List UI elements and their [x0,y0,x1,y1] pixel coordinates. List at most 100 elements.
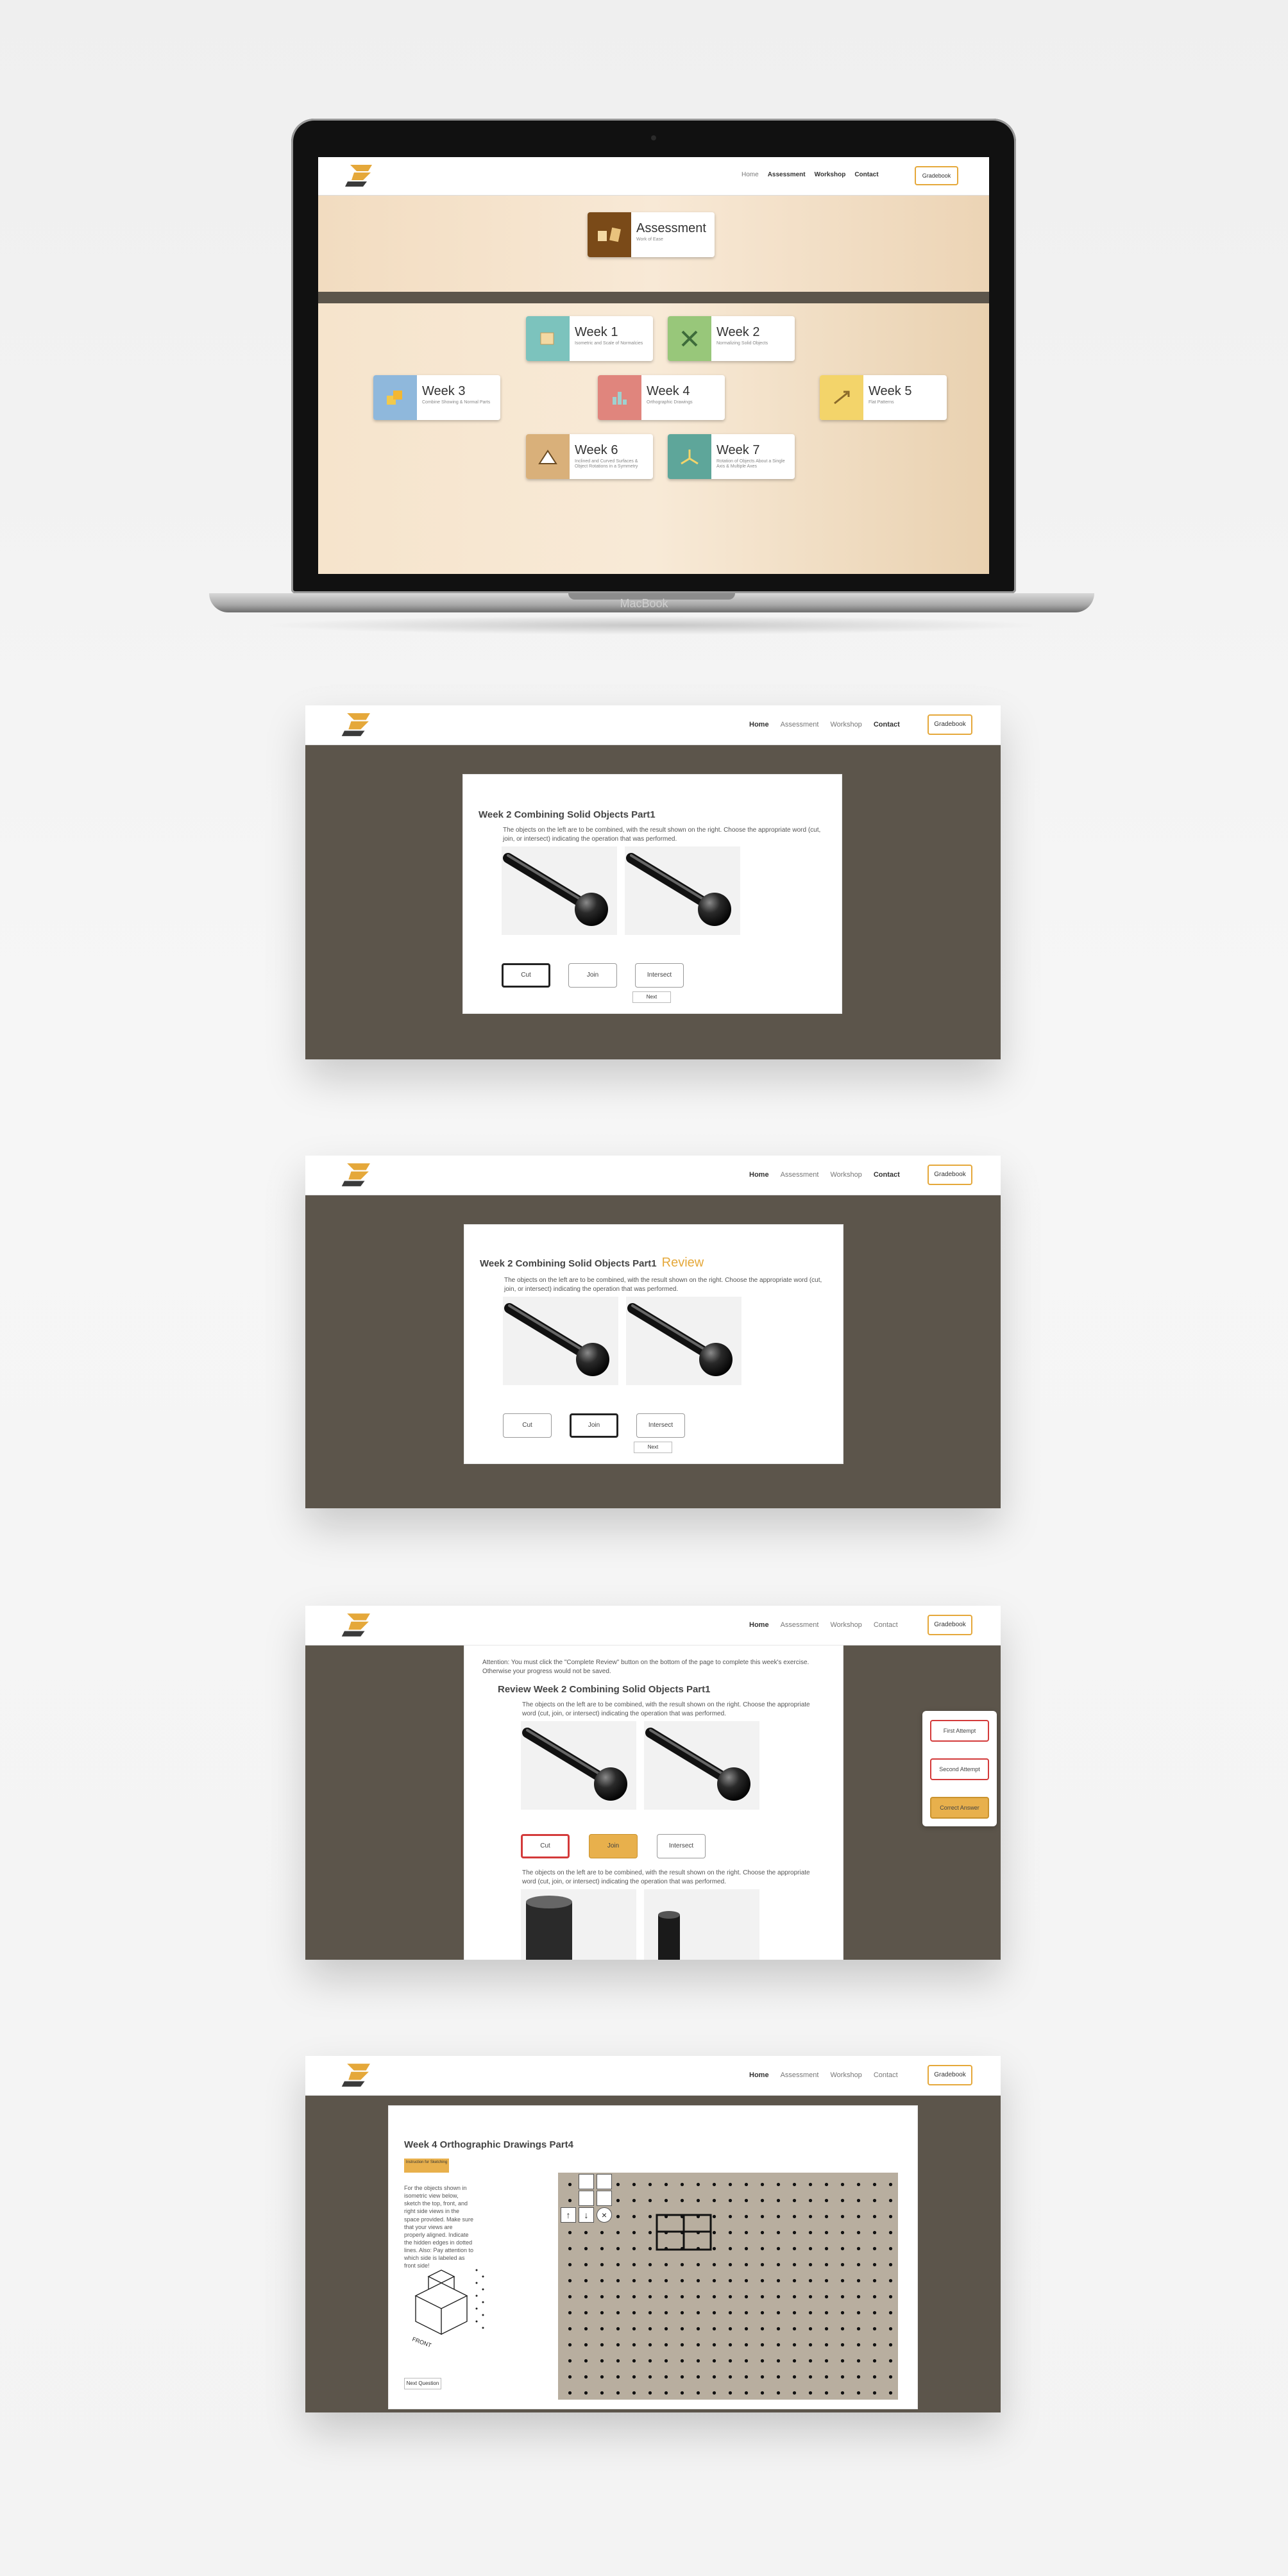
front-label: FRONT [411,2336,432,2347]
nav-contact[interactable]: Contact [874,1171,900,1179]
week-tile-6[interactable]: Week 6 Inclined and Curved Surfaces & Obj… [526,434,653,479]
logo[interactable] [341,712,375,737]
sketch-grid[interactable]: ↑ ↓ × [558,2173,898,2400]
drawing-toolbar: ↑ ↓ × [561,2174,612,2235]
nav-contact[interactable]: Contact [874,721,900,728]
gradebook-button[interactable]: Gradebook [928,714,972,735]
arrow-down-icon[interactable]: ↓ [579,2207,594,2223]
assessment-tile[interactable]: Assessment Work of Ease [588,212,715,257]
logo[interactable] [341,1612,375,1638]
nav-contact[interactable]: Contact [874,1621,898,1629]
question-title: Week 2 Combining Solid Objects Part1 [479,809,656,820]
week-tile-4[interactable]: Week 4 Orthographic Drawings [598,375,725,420]
question-title-text: Week 2 Combining Solid Objects Part1 [480,1258,657,1269]
week-subtitle: Flat Patterns [869,400,894,405]
intersect-button[interactable]: Intersect [635,963,684,988]
join-button[interactable]: Join [589,1834,638,1858]
second-attempt-button[interactable]: Second Attempt [930,1758,989,1780]
site-header: Home Assessment Workshop Contact Gradebo… [305,1606,1001,1646]
week-tile-2[interactable]: Week 2 Normalizing Solid Objects [668,316,795,361]
left-objects-image [502,846,617,935]
grid-tool-cell[interactable] [579,2191,594,2206]
arrow-up-icon[interactable]: ↑ [561,2207,576,2223]
logo[interactable] [341,2062,375,2088]
next-button[interactable]: Next [632,991,671,1003]
intersect-button[interactable]: Intersect [657,1834,706,1858]
grid-tool-cell[interactable] [579,2174,594,2189]
nav-workshop[interactable]: Workshop [830,2071,861,2079]
question-text: The objects on the left are to be combin… [522,1701,810,1717]
week-title: Week 4 [647,384,690,398]
nav-contact[interactable]: Contact [854,171,878,178]
gradebook-button[interactable]: Gradebook [928,1615,972,1635]
nav-assessment[interactable]: Assessment [781,1171,819,1179]
cut-button[interactable]: Cut [521,1834,570,1858]
week-tile-3[interactable]: Week 3 Combine Showing & Normal Parts [373,375,500,420]
next-button[interactable]: Next [634,1442,672,1453]
nav-workshop[interactable]: Workshop [830,1621,861,1629]
question-text: The objects on the left are to be combin… [503,827,821,843]
nav-home[interactable]: Home [741,171,759,178]
correct-answer-button[interactable]: Correct Answer [930,1797,989,1819]
grid-tool-cell[interactable] [597,2174,612,2189]
camera [651,135,656,140]
gradebook-button[interactable]: Gradebook [928,1165,972,1185]
nav-home[interactable]: Home [749,1171,769,1179]
blocks-icon [373,375,417,420]
nav-contact[interactable]: Contact [874,2071,898,2079]
sketch-instructions-button[interactable]: Instruction for Sketching [404,2159,449,2173]
exercise-panel-cut: Home Assessment Workshop Contact Gradebo… [305,705,1001,1059]
review-title: Review Week 2 Combining Solid Objects Pa… [498,1684,711,1695]
nav-assessment[interactable]: Assessment [781,721,819,728]
nav-workshop[interactable]: Workshop [830,1171,861,1179]
ortho-panel: Home Assessment Workshop Contact Gradebo… [305,2056,1001,2412]
result-object-image [626,1297,741,1385]
section-divider [318,292,989,303]
week-title: Week 7 [716,443,760,457]
cut-button[interactable]: Cut [502,963,550,988]
site-header: Home Assessment Workshop Contact Gradebo… [305,1156,1001,1195]
laptop-lid: Home Assessment Workshop Contact Gradebo… [291,119,1016,593]
assessment-title: Assessment [636,221,706,235]
logo[interactable] [345,164,376,188]
gradebook-button[interactable]: Gradebook [928,2065,972,2085]
assessment-band: Assessment Work of Ease [318,196,989,292]
week-title: Week 1 [575,325,618,339]
week-subtitle: Normalizing Solid Objects [716,341,768,346]
grid-tool-cell[interactable] [597,2191,612,2206]
attention-notice: Attention: You must click the "Complete … [482,1659,809,1675]
main-nav: Home Assessment Workshop Contact [749,1621,898,1629]
nav-workshop[interactable]: Workshop [830,721,861,728]
first-attempt-button[interactable]: First Attempt [930,1720,989,1742]
gradebook-button[interactable]: Gradebook [915,166,958,185]
join-button[interactable]: Join [568,963,617,988]
nav-home[interactable]: Home [749,721,769,728]
week-tile-1[interactable]: Week 1 Isometric and Scale of Normalcies [526,316,653,361]
nav-assessment[interactable]: Assessment [768,171,806,178]
ortho-card: Week 4 Orthographic Drawings Part4 Instr… [389,2106,917,2409]
left-objects-image [521,1721,636,1810]
arrow-icon [820,375,863,420]
nav-home[interactable]: Home [749,1621,769,1629]
laptop-shadow [260,616,1043,635]
join-button[interactable]: Join [570,1413,618,1438]
week-tile-5[interactable]: Week 5 Flat Patterns [820,375,947,420]
week-title: Week 6 [575,443,618,457]
nav-assessment[interactable]: Assessment [781,2071,819,2079]
logo[interactable] [341,1162,375,1188]
intersect-button[interactable]: Intersect [636,1413,685,1438]
laptop-brand: MacBook [620,597,668,610]
close-icon[interactable]: × [597,2207,612,2223]
result-object-image [625,846,740,935]
next-question-button[interactable]: Next Question [404,2378,441,2389]
nav-assessment[interactable]: Assessment [781,1621,819,1629]
week-tile-7[interactable]: Week 7 Rotation of Objects About a Single… [668,434,795,479]
assessment-subtitle: Work of Ease [636,237,663,242]
question-text-2: The objects on the left are to be combin… [522,1869,810,1885]
cut-button[interactable]: Cut [503,1413,552,1438]
main-nav: Home Assessment Workshop Contact [749,721,900,728]
main-nav: Home Assessment Workshop Contact [749,1171,900,1179]
isometric-object-image: FRONT [411,2269,484,2347]
nav-workshop[interactable]: Workshop [815,171,846,178]
nav-home[interactable]: Home [749,2071,769,2079]
